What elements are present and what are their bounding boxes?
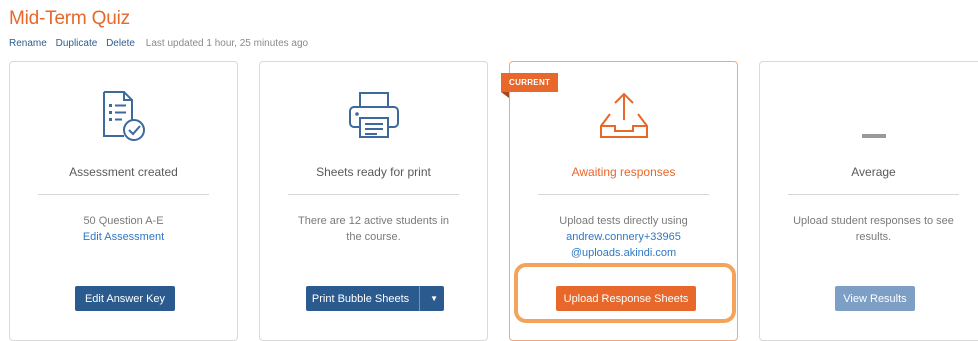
step-card-average: Average Upload student responses to see …	[759, 61, 978, 341]
edit-answer-key-label: Edit Answer Key	[84, 292, 166, 305]
card-description: Upload tests directly using andrew.conne…	[524, 213, 723, 261]
card-state: Assessment created	[69, 165, 178, 179]
current-badge: CURRENT	[501, 73, 559, 92]
delete-link[interactable]: Delete	[106, 38, 135, 49]
rename-link[interactable]: Rename	[9, 38, 47, 49]
divider	[38, 194, 209, 195]
card-description: There are 12 active students in the cour…	[297, 215, 450, 243]
view-results-button[interactable]: View Results	[835, 286, 915, 311]
chevron-down-icon[interactable]: ▼	[430, 294, 438, 303]
badge-fold	[501, 92, 509, 98]
card-description: Upload student responses to see results.	[793, 215, 954, 243]
button-divider	[419, 286, 421, 311]
upload-instructions-text: Upload tests directly using	[559, 215, 688, 227]
card-state: Sheets ready for print	[316, 165, 431, 179]
print-bubble-sheets-label: Print Bubble Sheets	[311, 292, 410, 305]
view-results-label: View Results	[843, 292, 907, 305]
duplicate-link[interactable]: Duplicate	[56, 38, 98, 49]
print-bubble-sheets-button[interactable]: Print Bubble Sheets ▼	[306, 286, 444, 311]
printer-icon	[347, 90, 401, 145]
divider	[288, 194, 459, 195]
upload-email-link-domain[interactable]: @uploads.akindi.com	[524, 245, 723, 261]
step-card-sheets-ready: Sheets ready for print There are 12 acti…	[259, 61, 488, 341]
step-card-assessment-created: Assessment created 50 Question A-E Edit …	[9, 61, 238, 341]
card-description: 50 Question A-E Edit Assessment	[24, 213, 223, 245]
page-title: Mid-Term Quiz	[9, 8, 130, 29]
dash-icon	[861, 106, 887, 151]
document-check-icon	[100, 90, 148, 147]
card-state: Awaiting responses	[571, 165, 676, 179]
last-updated-text: Last updated 1 hour, 25 minutes ago	[145, 38, 309, 49]
highlight-annotation	[514, 263, 736, 323]
edit-answer-key-button[interactable]: Edit Answer Key	[75, 286, 175, 311]
divider	[538, 194, 709, 195]
assessment-actions: Rename Duplicate Delete Last updated 1 h…	[9, 38, 308, 49]
question-count-text: 50 Question A-E	[83, 215, 164, 227]
upload-email-link-user[interactable]: andrew.connery+33965	[524, 229, 723, 245]
card-state: Average	[851, 165, 896, 179]
edit-assessment-link[interactable]: Edit Assessment	[24, 229, 223, 245]
divider	[788, 194, 959, 195]
upload-tray-icon	[598, 90, 650, 145]
